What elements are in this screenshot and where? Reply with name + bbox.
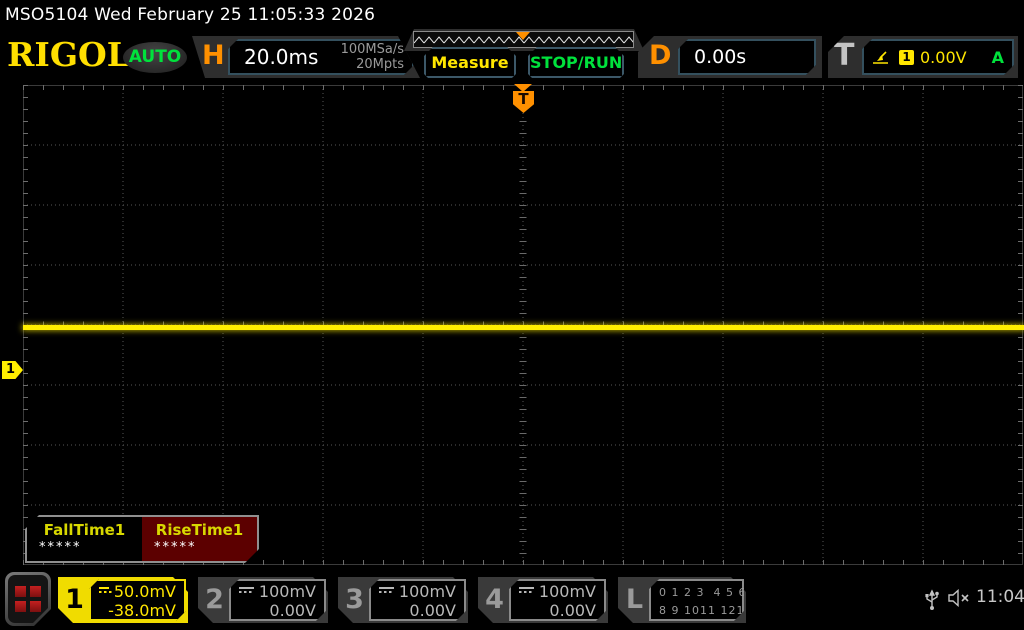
- measurement-name: RiseTime1: [142, 521, 257, 539]
- measure-button[interactable]: Measure: [424, 47, 516, 78]
- delay-settings-box[interactable]: D 0.00s: [638, 36, 822, 78]
- channel-readout: 100mV 0.00V: [369, 579, 466, 621]
- trigger-screen[interactable]: 1 0.00V A: [862, 39, 1014, 75]
- rigol-logo: RIGOL: [7, 36, 130, 74]
- memory-depth: 20Mpts: [356, 57, 404, 72]
- channel-number: 4: [478, 577, 511, 623]
- channel-scale: 100mV: [399, 582, 456, 601]
- trigger-mode-auto: A: [992, 48, 1004, 67]
- delay-screen[interactable]: 0.00s: [678, 39, 816, 75]
- channel-1-offset-marker[interactable]: 1: [2, 361, 23, 379]
- channel-readout: 100mV 0.00V: [229, 579, 326, 621]
- logic-analyzer-status-box[interactable]: L 0 1 2 3 4 5 6 7 8 9 1011 12131415: [618, 577, 746, 623]
- measurement-falltime[interactable]: FallTime1 *****: [27, 517, 142, 561]
- measurement-value: *****: [142, 540, 257, 555]
- grid-menu-icon: [8, 575, 48, 623]
- dc-coupling-icon: [99, 587, 109, 598]
- dc-coupling-icon: [379, 587, 394, 598]
- usb-icon: [924, 587, 940, 611]
- channel-offset: 0.00V: [239, 601, 316, 620]
- clock: 11:04: [976, 587, 1024, 607]
- memory-trigger-position-icon[interactable]: [516, 32, 530, 40]
- channel-readout: 100mV 0.00V: [509, 579, 606, 621]
- trigger-level-value: 0.00V: [920, 48, 967, 67]
- timebase-value: 20.0ms: [244, 45, 318, 69]
- channel-offset: 0.00V: [379, 601, 456, 620]
- channel-offset: 0.00V: [519, 601, 596, 620]
- speaker-muted-icon: [947, 589, 971, 607]
- measurement-value: *****: [27, 540, 142, 555]
- sample-rate: 100MSa/s: [341, 42, 404, 57]
- measurement-name: FallTime1: [27, 521, 142, 539]
- logic-label: L: [618, 577, 651, 623]
- oscilloscope-screen: MSO5104 Wed February 25 11:05:33 2026 RI…: [0, 0, 1024, 630]
- logic-channels-row1: 0 1 2 3 4 5 6 7: [659, 584, 734, 602]
- channel-1-status-box[interactable]: 1 50.0mV -38.0mV: [58, 577, 188, 623]
- dc-coupling-icon: [239, 587, 254, 598]
- trigger-position-triangle-icon[interactable]: [514, 84, 532, 92]
- channel-scale: 100mV: [539, 582, 596, 601]
- logic-readout: 0 1 2 3 4 5 6 7 8 9 1011 12131415: [649, 579, 744, 621]
- channel-4-status-box[interactable]: 4 100mV 0.00V: [478, 577, 608, 623]
- timebase-screen[interactable]: 20.0ms 100MSa/s 20Mpts: [228, 39, 414, 75]
- trigger-label: T: [834, 38, 854, 73]
- horizontal-settings-box[interactable]: H 20.0ms 100MSa/s 20Mpts: [192, 36, 420, 78]
- measurement-risetime[interactable]: RiseTime1 *****: [142, 517, 257, 561]
- trigger-settings-box[interactable]: T 1 0.00V A: [828, 36, 1018, 78]
- channel-readout: 50.0mV -38.0mV: [89, 579, 186, 621]
- stop-run-button[interactable]: STOP/RUN: [528, 47, 624, 78]
- horizontal-label: H: [202, 40, 225, 71]
- trigger-source-chip: 1: [899, 50, 914, 65]
- delay-label: D: [649, 40, 671, 71]
- channel-2-status-box[interactable]: 2 100mV 0.00V: [198, 577, 328, 623]
- channel-3-status-box[interactable]: 3 100mV 0.00V: [338, 577, 468, 623]
- channel-scale: 100mV: [259, 582, 316, 601]
- channel-1-trace[interactable]: [23, 325, 1024, 330]
- channel-number: 2: [198, 577, 231, 623]
- dc-coupling-icon: [519, 587, 534, 598]
- channel-offset: -38.0mV: [99, 601, 176, 620]
- measurement-results-panel[interactable]: FallTime1 ***** RiseTime1 *****: [25, 515, 259, 563]
- logic-channels-row2: 8 9 1011 12131415: [659, 602, 734, 620]
- window-title: MSO5104 Wed February 25 11:05:33 2026: [0, 0, 1024, 30]
- auto-mode-badge[interactable]: AUTO: [123, 42, 187, 73]
- channel-number: 3: [338, 577, 371, 623]
- delay-value: 0.00s: [694, 46, 746, 68]
- quick-menu-button[interactable]: [5, 572, 51, 626]
- channel-number: 1: [58, 577, 91, 623]
- channel-scale: 50.0mV: [114, 582, 176, 601]
- sample-rate-readout: 100MSa/s 20Mpts: [341, 42, 404, 72]
- falling-edge-icon: [872, 50, 889, 65]
